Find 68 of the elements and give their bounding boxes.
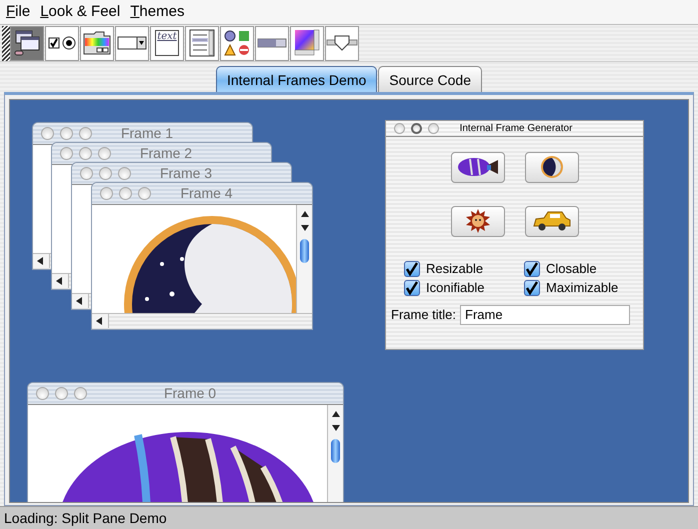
frame-title: Frame 0 — [164, 385, 216, 402]
scroll-thumb[interactable] — [300, 238, 309, 263]
combobox-icon — [117, 36, 147, 50]
scroll-left-button[interactable] — [72, 294, 89, 308]
checkbox[interactable] — [524, 260, 540, 277]
scroll-left-button[interactable] — [52, 274, 69, 288]
option-checkbox[interactable]: Iconifiable — [404, 280, 524, 296]
tab[interactable]: Internal Frames Demo — [216, 66, 378, 92]
taxi-icon — [532, 210, 572, 232]
checkbox[interactable] — [524, 280, 540, 296]
fish-icon — [456, 156, 500, 178]
create-frame-button[interactable] — [524, 152, 578, 183]
frame-title: Frame 2 — [140, 145, 192, 162]
create-frame-button[interactable] — [450, 152, 504, 183]
frame-title-field[interactable]: Frame — [460, 304, 630, 325]
progress-bar-icon — [257, 38, 287, 48]
toolbar-button[interactable] — [80, 26, 114, 62]
text-field-icon: text — [155, 30, 179, 56]
scroll-up-icon[interactable] — [332, 410, 340, 417]
scroll-down-icon[interactable] — [332, 424, 340, 431]
create-frame-button[interactable] — [524, 206, 578, 237]
frame-title: Internal Frame Generator — [460, 122, 572, 134]
checkbox-radio-icon — [48, 35, 76, 52]
toolbar-button[interactable] — [290, 26, 324, 62]
scroll-left-icon — [76, 297, 82, 306]
scroll-left-icon — [56, 277, 62, 286]
menu-item[interactable]: Themes — [130, 3, 184, 20]
frame-title: Frame 3 — [160, 165, 212, 182]
option-checkbox[interactable]: Closable — [524, 260, 643, 277]
scroll-pane-icon — [294, 29, 320, 58]
slider-icon — [326, 34, 358, 52]
menu-item[interactable]: Look & Feel — [40, 3, 120, 20]
toolbar-button[interactable] — [115, 26, 149, 62]
minimize-icon[interactable] — [411, 122, 422, 134]
vertical-scrollbar[interactable] — [296, 204, 312, 313]
scroll-left-icon — [96, 317, 102, 326]
frame-title: Frame 4 — [180, 185, 233, 202]
windows-icon — [13, 29, 41, 58]
scroll-up-icon[interactable] — [300, 210, 308, 217]
frame-title-label: Frame title: — [391, 307, 456, 322]
toolbar-button[interactable] — [185, 26, 219, 62]
checkbox[interactable] — [404, 280, 420, 296]
scroll-left-button[interactable] — [92, 314, 109, 328]
vertical-scrollbar[interactable] — [327, 404, 343, 502]
color-chooser-icon — [82, 30, 112, 56]
toolbar-button[interactable] — [220, 26, 254, 62]
checkbox[interactable] — [404, 260, 420, 277]
option-checkbox[interactable]: Resizable — [404, 260, 524, 277]
scroll-left-icon — [37, 257, 43, 266]
menu-item[interactable]: File — [6, 3, 30, 20]
toolbar-button[interactable] — [45, 26, 79, 62]
status-text: Loading: Split Pane Demo — [4, 510, 167, 526]
create-frame-button[interactable] — [450, 206, 504, 237]
scroll-down-icon[interactable] — [300, 224, 308, 231]
toolbar-button[interactable]: text — [150, 26, 184, 62]
tab[interactable]: Source Code — [378, 66, 482, 92]
list-icon — [189, 29, 215, 58]
toolbar-button[interactable] — [10, 26, 44, 62]
moon-icon — [540, 155, 564, 180]
toolbar-button[interactable] — [325, 26, 359, 62]
option-checkbox[interactable]: Maximizable — [524, 280, 643, 296]
scroll-left-button[interactable] — [33, 254, 50, 268]
sun-icon — [466, 209, 490, 234]
toolbar-grip-icon[interactable] — [2, 26, 10, 62]
message-icons — [223, 29, 251, 58]
frame-title-bar[interactable]: Internal Frame Generator — [386, 120, 643, 137]
scroll-thumb[interactable] — [331, 438, 340, 463]
frame-title: Frame 1 — [120, 125, 174, 142]
